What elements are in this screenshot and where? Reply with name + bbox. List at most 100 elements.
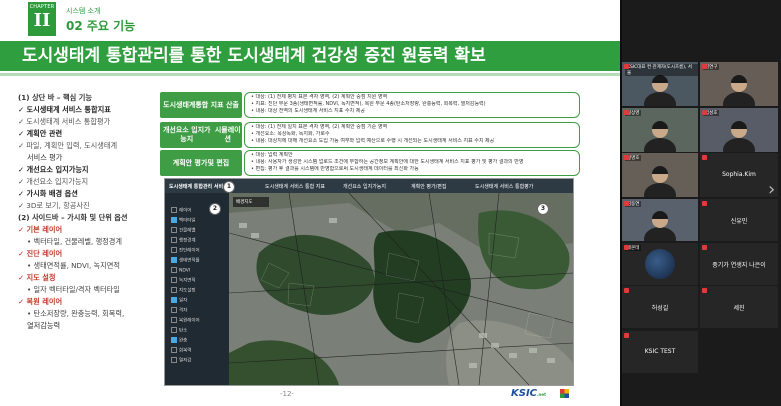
feature-desc: • 대상: (1) 전체 일치 표본 격자 영역, (2) 계획안 중점 기준 … xyxy=(244,122,580,148)
participant-tile[interactable]: 김연구 xyxy=(700,62,778,106)
sidebar-layer-label: 진단레이어 xyxy=(179,248,200,254)
participant-name: KSIC대표 컨 관계자(도시흐름), 서울 xyxy=(625,64,698,76)
feature-list-item: ✓ 기본 레이어 xyxy=(18,225,63,234)
marker-1: 1 xyxy=(223,181,235,193)
feature-list-item: • 생태면적률, NDVI, 녹지면적 xyxy=(27,261,120,270)
feature-list-item: 서비스 평가 xyxy=(27,153,63,162)
checkbox-icon[interactable] xyxy=(171,237,177,243)
sidebar-layer-label: 완충 xyxy=(179,338,188,344)
checkbox-icon[interactable] xyxy=(171,337,177,343)
page-number: -12- xyxy=(280,390,294,398)
sidebar-layer-option[interactable]: 건물레벨 xyxy=(171,227,196,234)
feature-list-item: 열저감능력 xyxy=(27,321,61,330)
chapter-number: II xyxy=(33,10,51,31)
checkbox-icon[interactable] xyxy=(171,357,177,363)
microphone-muted-icon xyxy=(702,155,707,160)
participant-tile[interactable]: KSIC대표 컨 관계자(도시흐름), 서울 xyxy=(622,62,698,106)
feature-desc-line: • 내용: 대상지에 대해 개선요소 도입 가능 여부와 입력 예산으로 수행 … xyxy=(251,138,495,144)
chevron-right-icon[interactable]: › xyxy=(768,180,775,200)
feature-box-indicator: 도시생태계 통합 지표 산출 • 대상: (1) 전체 평지 표본 격자 영역, … xyxy=(160,92,580,118)
app-tab: 도시생태계 서비스 통합평가 xyxy=(475,184,534,190)
feature-desc-line: • 대상: 입력 계획안 xyxy=(251,152,293,158)
sidebar-layer-option[interactable]: 열저감 xyxy=(171,357,191,364)
participant-tile[interactable]: 김동연 xyxy=(622,199,698,241)
microphone-muted-icon xyxy=(624,110,629,115)
participant-name: 신유민 xyxy=(730,218,748,225)
sidebar-layer-option[interactable]: 녹지면적 xyxy=(171,277,196,284)
app-tab: 개선요소 입지가능지 xyxy=(343,184,386,190)
checkbox-icon[interactable] xyxy=(171,217,177,223)
sidebar-layer-option[interactable]: 레이어 xyxy=(171,207,191,214)
sidebar-layer-label: 생태면적률 xyxy=(179,258,200,264)
section-subtitle: 시스템 소개 xyxy=(66,7,101,15)
checkbox-icon[interactable] xyxy=(171,317,177,323)
checkbox-icon[interactable] xyxy=(171,327,177,333)
checkbox-icon[interactable] xyxy=(171,287,177,293)
participant-tile[interactable]: 중기가 연생지 나은이 xyxy=(700,243,778,285)
feature-list-item: • 일자 벡터타일/격자 벡터타일 xyxy=(27,285,120,294)
microphone-muted-icon xyxy=(624,288,629,293)
feature-box-simulation: 개선요소 입지가능지 시뮬레이션 • 대상: (1) 전체 일치 표본 격자 영역… xyxy=(160,122,580,148)
feature-box-plan: 계획안 평가 및 편집 • 대상: 입력 계획안 • 내용: 사용자가 생성한 시스… xyxy=(160,150,580,176)
participant-tile[interactable]: 레몬테 xyxy=(622,243,698,285)
checkbox-icon[interactable] xyxy=(171,207,177,213)
participant-tile[interactable]: KSIC TEST xyxy=(622,331,698,373)
participant-tile[interactable]: 정상영 xyxy=(622,108,698,152)
checkbox-icon[interactable] xyxy=(171,307,177,313)
participant-name: KSIC TEST xyxy=(644,348,676,355)
feature-list-item: ✓ 계획안 관련 xyxy=(18,129,63,138)
checkbox-icon[interactable] xyxy=(171,257,177,263)
feature-list-item: (1) 상단 바 – 핵심 기능 xyxy=(18,93,92,102)
sidebar-layer-option[interactable]: 행정경계 xyxy=(171,237,196,244)
feature-desc-line: • 대상: (1) 전체 평지 표본 격자 영역, (2) 계획안 중점 지원 … xyxy=(251,94,388,100)
microphone-muted-icon xyxy=(624,333,629,338)
feature-label-line: 계획안 평가 xyxy=(172,158,208,167)
sidebar-layer-label: 열저감 xyxy=(179,358,192,364)
feature-label-line: 도시생태계 xyxy=(163,100,196,109)
checkbox-icon[interactable] xyxy=(171,347,177,353)
participant-tile[interactable]: 정명호 xyxy=(622,153,698,197)
checkbox-icon[interactable] xyxy=(171,227,177,233)
microphone-muted-icon xyxy=(702,245,707,250)
sidebar-layer-option[interactable]: 회복력 xyxy=(171,347,191,354)
sidebar-layer-label: NDVI xyxy=(179,268,191,274)
sidebar-layer-option[interactable]: 지도설정 xyxy=(171,287,196,294)
sidebar-layer-option[interactable]: 격자 xyxy=(171,307,187,314)
feature-list-item: ✓ 도시생태계 서비스 통합지표 xyxy=(18,105,111,114)
feature-label-line: 및 편집 xyxy=(207,158,230,167)
checkbox-icon[interactable] xyxy=(171,297,177,303)
participant-name: 세진 xyxy=(733,305,745,312)
sidebar-layer-option[interactable]: 벡터타일 xyxy=(171,217,196,224)
feature-desc-line: • 편집: 평가 후 결과를 시스템에 반영함으로써 도시생태계 데이터를 최신… xyxy=(251,166,419,172)
sidebar-layer-option[interactable]: 복원레이어 xyxy=(171,317,200,324)
participant-tile[interactable]: 임성호 xyxy=(700,108,778,152)
sidebar-layer-label: 일자 xyxy=(179,298,188,304)
sidebar-layer-label: 건물레벨 xyxy=(179,228,196,234)
sidebar-layer-option[interactable]: 탄소 xyxy=(171,327,187,334)
participant-tile[interactable]: 세진 xyxy=(700,286,778,328)
sidebar-layer-option[interactable]: NDVI xyxy=(171,267,190,274)
feature-list-item: ✓ 가시화 배경 옵션 xyxy=(18,189,78,198)
logo-mark-icon xyxy=(560,389,569,398)
participant-tile[interactable]: 허성길 xyxy=(622,286,698,328)
feature-list-item: ✓ 진단 레이어 xyxy=(18,249,63,258)
participant-name: 허성길 xyxy=(651,305,669,312)
sidebar-layer-label: 지도설정 xyxy=(179,288,196,294)
checkbox-icon[interactable] xyxy=(171,277,177,283)
participant-tile[interactable]: 신유민 xyxy=(700,199,778,241)
checkbox-icon[interactable] xyxy=(171,267,177,273)
feature-list-item: ✓ 복원 레이어 xyxy=(18,297,63,306)
feature-list-item: • 탄소저장량, 완충능력, 회복력, xyxy=(27,309,125,318)
participant-tile[interactable]: Sophia.Kim xyxy=(700,153,778,197)
sidebar-layer-option[interactable]: 일자 xyxy=(171,297,187,304)
sidebar-layer-option[interactable]: 진단레이어 xyxy=(171,247,200,254)
feature-list-item: (2) 사이드바 – 가시화 및 단위 옵션 xyxy=(18,213,128,222)
checkbox-icon[interactable] xyxy=(171,247,177,253)
sidebar-layer-option[interactable]: 생태면적률 xyxy=(171,257,200,264)
marker-3: 3 xyxy=(537,203,549,215)
feature-list-item: ✓ 개선요소 입지가능지 xyxy=(18,165,89,174)
sidebar-layer-label: 레이어 xyxy=(179,208,192,214)
feature-desc: • 대상: 입력 계획안 • 내용: 사용자가 생성한 시스템 업로드 조건에 부… xyxy=(244,150,580,176)
feature-label: 개선요소 입지가능지 시뮬레이션 xyxy=(160,122,242,148)
sidebar-layer-option[interactable]: 완충 xyxy=(171,337,187,344)
